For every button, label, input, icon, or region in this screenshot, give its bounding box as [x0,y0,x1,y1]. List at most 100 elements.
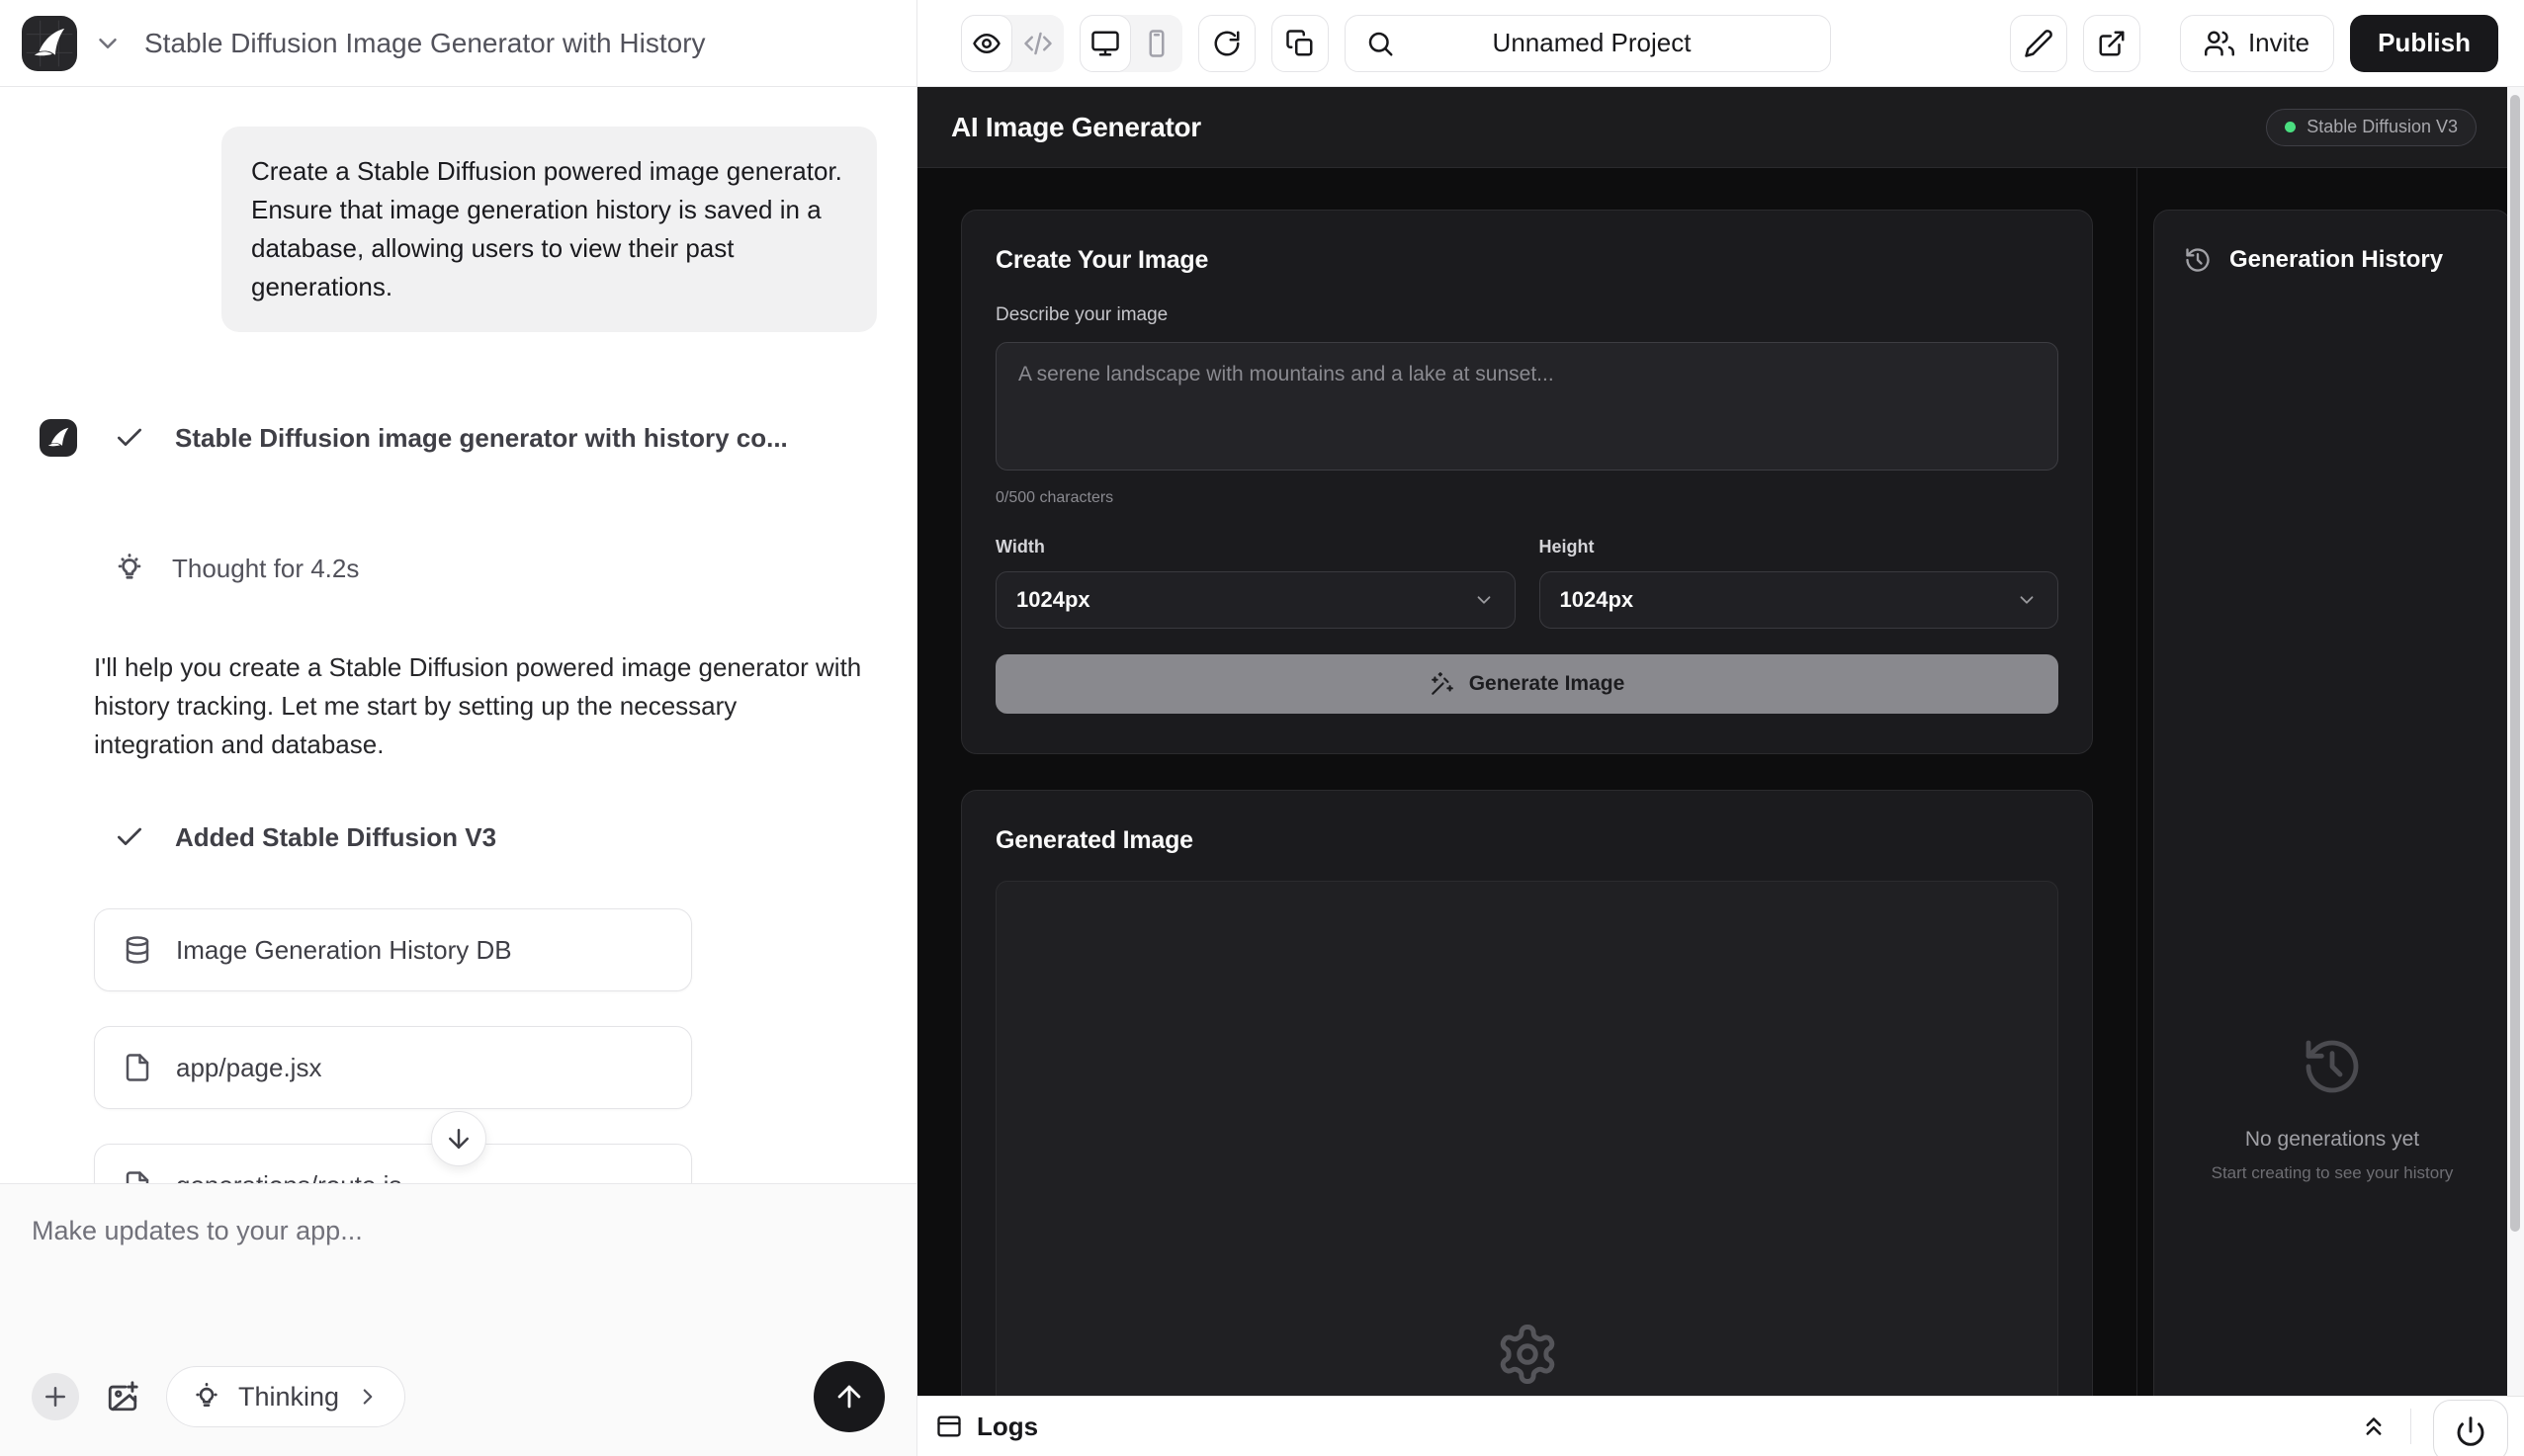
code-mode-button[interactable] [1012,15,1064,72]
artifact-file-route[interactable]: generations/route.js [94,1144,692,1183]
preview-scrollbar-thumb[interactable] [2510,95,2520,1232]
workspace-header: Stable Diffusion Image Generator with Hi… [0,0,917,86]
chevron-right-icon [355,1384,381,1410]
width-select[interactable]: 1024px [996,571,1516,629]
history-clock-icon [2184,246,2212,274]
send-message-button[interactable] [814,1361,885,1432]
generation-history-card: Generation History No generations yet St… [2153,210,2511,1396]
stop-app-button[interactable] [2433,1400,2508,1456]
copy-preview-url-button[interactable] [1271,15,1329,72]
preview-scrollbar[interactable] [2507,87,2524,1396]
project-url-bar[interactable]: Unnamed Project [1345,15,1831,72]
logs-actions [2359,1396,2508,1456]
preview-app-header: AI Image Generator Stable Diffusion V3 [917,87,2524,168]
generate-button-label: Generate Image [1469,672,1625,696]
arrow-down-icon [444,1124,474,1154]
check-icon [114,422,145,454]
refresh-preview-button[interactable] [1198,15,1256,72]
wand-icon [1430,671,1455,697]
search-icon [1365,29,1395,58]
height-select[interactable]: 1024px [1539,571,2059,629]
app-logo[interactable] [22,16,77,71]
database-icon [123,935,152,965]
expand-logs-button[interactable] [2359,1412,2389,1441]
chat-scroll-area[interactable]: Create a Stable Diffusion powered image … [0,87,916,1183]
project-name: Unnamed Project [1407,28,1810,58]
chevron-down-icon [2016,589,2038,611]
logs-bar[interactable]: Logs [917,1396,2524,1456]
added-integration-row: Added Stable Diffusion V3 [40,821,877,853]
workspace-menu-chevron[interactable] [93,29,123,58]
create-image-card: Create Your Image Describe your image 0/… [961,210,2093,754]
chat-input[interactable]: Make updates to your app... [32,1216,885,1246]
thought-duration-label: Thought for 4.2s [172,554,359,584]
dimensions-row: Width 1024px Height [996,537,2058,629]
status-dot [2285,122,2296,132]
publish-button[interactable]: Publish [2350,15,2498,72]
task-status-title: Stable Diffusion image generator with hi… [175,423,788,454]
view-mode-group [961,15,1064,72]
image-plus-icon [106,1380,139,1413]
users-icon [2205,29,2234,58]
logo-swoosh-icon [22,16,77,71]
artifact-label: app/page.jsx [176,1053,321,1083]
result-card-title: Generated Image [996,826,2058,855]
gear-icon [1495,1322,1560,1387]
width-value: 1024px [1016,587,1090,613]
model-badge: Stable Diffusion V3 [2266,109,2477,146]
prompt-input[interactable] [996,342,2058,471]
composer-actions: Thinking [32,1361,885,1432]
logo-swoosh-icon [40,419,77,457]
chat-composer: Make updates to your app... [0,1183,916,1456]
thought-row[interactable]: Thought for 4.2s [40,552,877,585]
copy-icon [1285,29,1315,58]
lightbulb-icon [191,1381,222,1413]
history-sidebar: Generation History No generations yet St… [2137,168,2524,1396]
assistant-status-row: Stable Diffusion image generator with hi… [40,419,877,457]
main-area: Create a Stable Diffusion powered image … [0,87,2524,1456]
phone-icon [1142,29,1172,58]
preview-toolbar: Unnamed Project Invite Publish [917,0,2524,86]
history-clock-icon [2301,1035,2364,1098]
invite-label: Invite [2248,28,2309,58]
history-header: Generation History [2184,246,2480,274]
artifact-database[interactable]: Image Generation History DB [94,908,692,991]
thinking-mode-selector[interactable]: Thinking [166,1366,405,1427]
logs-label: Logs [977,1412,1038,1442]
assistant-avatar [40,419,77,457]
check-icon [114,821,145,853]
mobile-view-button[interactable] [1131,15,1182,72]
logs-panel-icon [935,1413,963,1440]
open-in-new-tab-button[interactable] [2083,15,2140,72]
chevron-down-icon [1473,589,1495,611]
chevrons-up-icon [2359,1412,2389,1441]
attach-button[interactable] [32,1373,79,1420]
invite-button[interactable]: Invite [2180,15,2334,72]
height-label: Height [1539,537,2059,557]
code-icon [1023,29,1053,58]
height-value: 1024px [1560,587,1634,613]
chevron-down-icon [93,29,123,58]
generator-main-column: Create Your Image Describe your image 0/… [917,168,2137,1396]
assistant-message: I'll help you create a Stable Diffusion … [40,648,877,764]
history-empty-title: No generations yet [2245,1128,2419,1152]
width-field: Width 1024px [996,537,1516,629]
desktop-view-button[interactable] [1080,15,1131,72]
lightbulb-icon [113,552,146,585]
scroll-to-bottom-button[interactable] [431,1111,486,1166]
power-icon [2455,1415,2486,1447]
file-icon [123,1170,152,1183]
eye-icon [972,29,1001,58]
rename-project-button[interactable] [2010,15,2067,72]
external-link-icon [2097,29,2127,58]
character-count: 0/500 characters [996,489,2058,507]
add-image-button[interactable] [99,1373,146,1420]
artifact-file-page[interactable]: app/page.jsx [94,1026,692,1109]
history-empty-subtitle: Start creating to see your history [2212,1163,2454,1183]
generate-image-button[interactable]: Generate Image [996,654,2058,714]
create-card-title: Create Your Image [996,246,2058,275]
added-integration-label: Added Stable Diffusion V3 [175,822,496,853]
model-badge-label: Stable Diffusion V3 [2306,117,2458,137]
app-window: Stable Diffusion Image Generator with Hi… [0,0,2524,1456]
preview-mode-button[interactable] [961,15,1012,72]
